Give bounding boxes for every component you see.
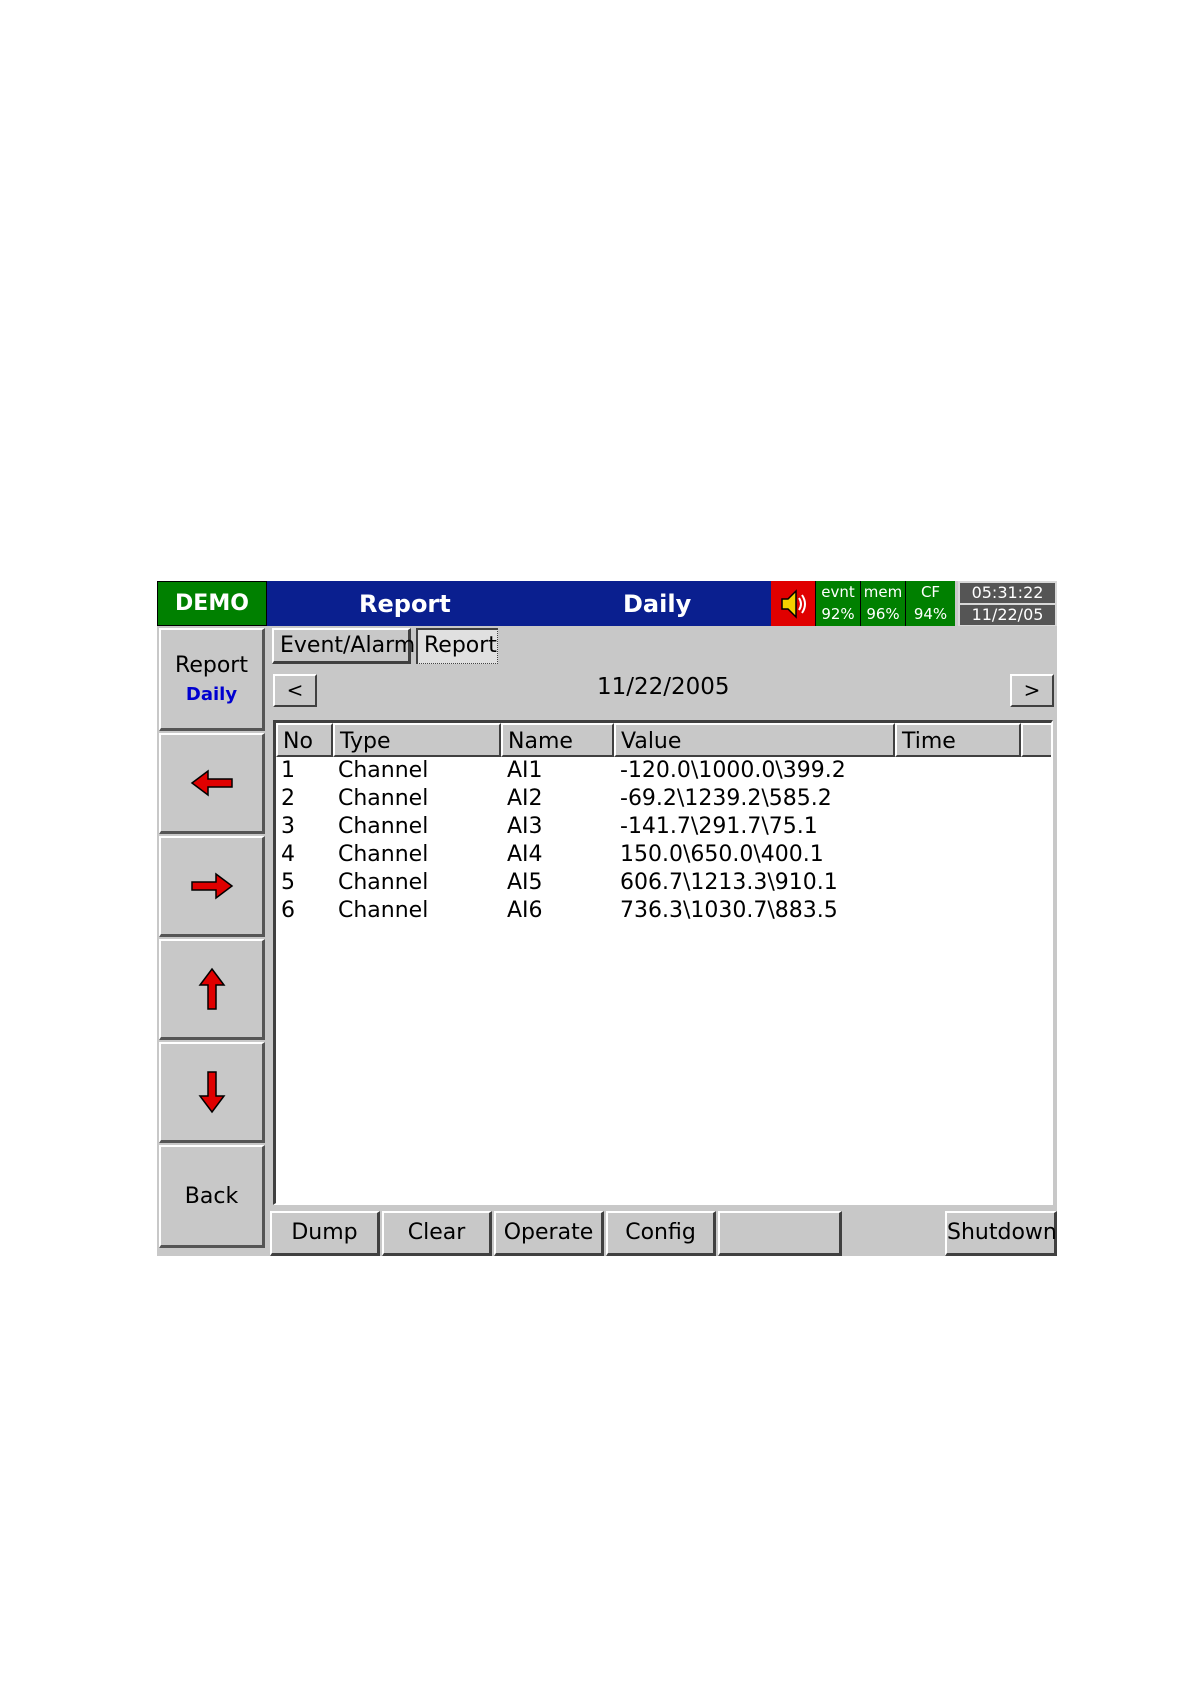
shutdown-button[interactable]: Shutdown [945, 1211, 1057, 1256]
cf-usage-label: CF [920, 583, 941, 601]
cell-no: 6 [281, 898, 295, 923]
cell-type: Channel [338, 898, 429, 923]
cell-value: -141.7\291.7\75.1 [620, 814, 818, 839]
clear-button[interactable]: Clear [382, 1211, 492, 1256]
title-bar: Report Daily [267, 581, 771, 626]
report-daily-button[interactable]: Report Daily [159, 628, 265, 731]
blank-button[interactable] [718, 1211, 842, 1256]
cell-name: AI4 [507, 842, 543, 867]
back-button[interactable]: Back [159, 1145, 265, 1248]
page-subtitle: Daily [623, 590, 692, 618]
cell-no: 4 [281, 842, 295, 867]
table-row[interactable]: 4 Channel AI4 150.0\650.0\400.1 [276, 841, 1051, 869]
cell-value: 736.3\1030.7\883.5 [620, 898, 838, 923]
up-arrow-icon [198, 967, 225, 1010]
column-header-filler [1021, 723, 1051, 757]
table-header: No Type Name Value Time [276, 723, 1051, 757]
cell-type: Channel [338, 814, 429, 839]
cell-value: 606.7\1213.3\910.1 [620, 870, 838, 895]
left-arrow-button[interactable] [159, 733, 265, 834]
table-row[interactable]: 1 Channel AI1 -120.0\1000.0\399.2 [276, 757, 1051, 785]
tab-report[interactable]: Report [416, 628, 498, 664]
up-arrow-button[interactable] [159, 939, 265, 1040]
cell-name: AI2 [507, 786, 543, 811]
dump-button[interactable]: Dump [270, 1211, 380, 1256]
column-header-no[interactable]: No [276, 723, 333, 757]
table-row[interactable]: 6 Channel AI6 736.3\1030.7\883.5 [276, 897, 1051, 925]
cf-usage-value: 94% [913, 605, 948, 623]
column-header-time[interactable]: Time [895, 723, 1021, 757]
report-date: 11/22/2005 [597, 674, 730, 700]
column-header-type[interactable]: Type [333, 723, 501, 757]
tab-event-alarm[interactable]: Event/Alarm [272, 628, 415, 664]
table-row[interactable]: 5 Channel AI5 606.7\1213.3\910.1 [276, 869, 1051, 897]
cell-name: AI6 [507, 898, 543, 923]
speaker-icon[interactable] [771, 581, 815, 626]
cell-no: 1 [281, 758, 295, 783]
cell-no: 3 [281, 814, 295, 839]
event-usage-value: 92% [821, 605, 855, 623]
column-header-name[interactable]: Name [501, 723, 614, 757]
demo-badge: DEMO [157, 581, 267, 626]
cell-name: AI1 [507, 758, 543, 783]
cell-type: Channel [338, 870, 429, 895]
left-arrow-icon [190, 769, 233, 797]
event-usage: evnt 92% [815, 581, 860, 626]
memory-usage-value: 96% [866, 605, 900, 623]
report-button-label: Report [175, 653, 248, 678]
cell-value: -69.2\1239.2\585.2 [620, 786, 832, 811]
right-arrow-icon [190, 872, 233, 900]
cell-type: Channel [338, 758, 429, 783]
cell-type: Channel [338, 786, 429, 811]
report-button-sublabel: Daily [185, 684, 238, 705]
back-button-label: Back [184, 1183, 239, 1209]
cell-no: 2 [281, 786, 295, 811]
config-button[interactable]: Config [606, 1211, 716, 1256]
cell-type: Channel [338, 842, 429, 867]
right-arrow-button[interactable] [159, 836, 265, 937]
clock: 05:31:22 11/22/05 [958, 581, 1057, 626]
down-arrow-button[interactable] [159, 1042, 265, 1143]
report-table[interactable]: No Type Name Value Time 1 Channel AI1 -1… [273, 720, 1053, 1205]
event-usage-label: evnt [821, 583, 855, 601]
cell-value: -120.0\1000.0\399.2 [620, 758, 846, 783]
clock-date: 11/22/05 [960, 605, 1055, 625]
next-day-button[interactable]: > [1010, 674, 1054, 707]
operate-button[interactable]: Operate [494, 1211, 604, 1256]
cell-no: 5 [281, 870, 295, 895]
cf-usage: CF 94% [905, 581, 955, 626]
down-arrow-icon [198, 1071, 225, 1114]
page-title: Report [359, 590, 451, 618]
table-row[interactable]: 2 Channel AI2 -69.2\1239.2\585.2 [276, 785, 1051, 813]
cell-name: AI3 [507, 814, 543, 839]
memory-usage-label: mem [863, 583, 903, 601]
memory-usage: mem 96% [860, 581, 905, 626]
prev-day-button[interactable]: < [273, 674, 317, 707]
column-header-value[interactable]: Value [614, 723, 895, 757]
clock-time: 05:31:22 [960, 583, 1055, 603]
table-row[interactable]: 3 Channel AI3 -141.7\291.7\75.1 [276, 813, 1051, 841]
cell-name: AI5 [507, 870, 543, 895]
cell-value: 150.0\650.0\400.1 [620, 842, 824, 867]
recorder-screen: DEMO Report Daily evnt 92% mem 96% CF 94… [157, 581, 1057, 1256]
